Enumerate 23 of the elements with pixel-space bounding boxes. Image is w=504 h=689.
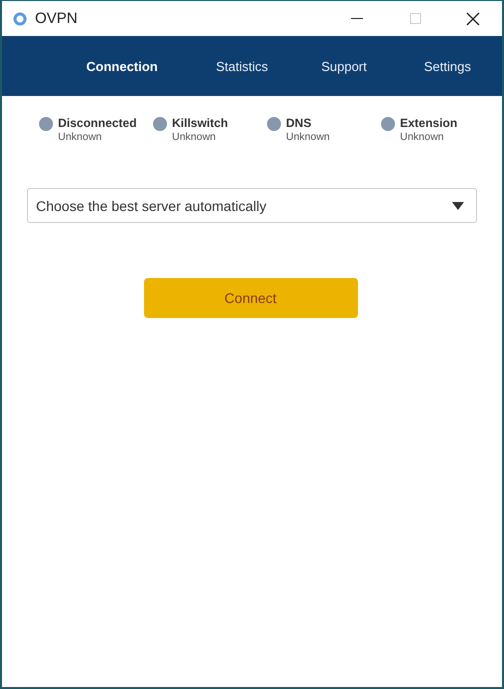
caret-icon bbox=[452, 202, 464, 210]
nav-tab[interactable]: Support bbox=[292, 58, 396, 74]
status-name: Extension bbox=[400, 116, 458, 130]
status-value: Unknown bbox=[58, 131, 103, 143]
status-dot bbox=[153, 117, 167, 131]
nav-tab[interactable]: Statistics bbox=[192, 58, 292, 74]
connect-button[interactable]: Connect bbox=[144, 278, 358, 318]
nav-tab[interactable]: Connection bbox=[52, 58, 192, 74]
status-name: DNS bbox=[286, 116, 312, 130]
status-dot bbox=[267, 117, 281, 131]
minimize-icon[interactable] bbox=[351, 18, 363, 20]
server-dropdown[interactable]: Choose the best server automatically bbox=[27, 188, 477, 223]
status-dot bbox=[39, 117, 53, 131]
close-icon[interactable] bbox=[466, 12, 480, 26]
nav-tab[interactable]: Settings bbox=[396, 58, 499, 74]
status-value: Unknown bbox=[172, 131, 217, 143]
logo-icon bbox=[13, 12, 27, 26]
status-name: Killswitch bbox=[172, 116, 228, 130]
window-title: OVPN bbox=[35, 10, 78, 27]
status-dot bbox=[381, 117, 395, 131]
status-name: Disconnected bbox=[58, 116, 137, 130]
status-value: Unknown bbox=[400, 131, 445, 143]
status-value: Unknown bbox=[286, 131, 330, 143]
